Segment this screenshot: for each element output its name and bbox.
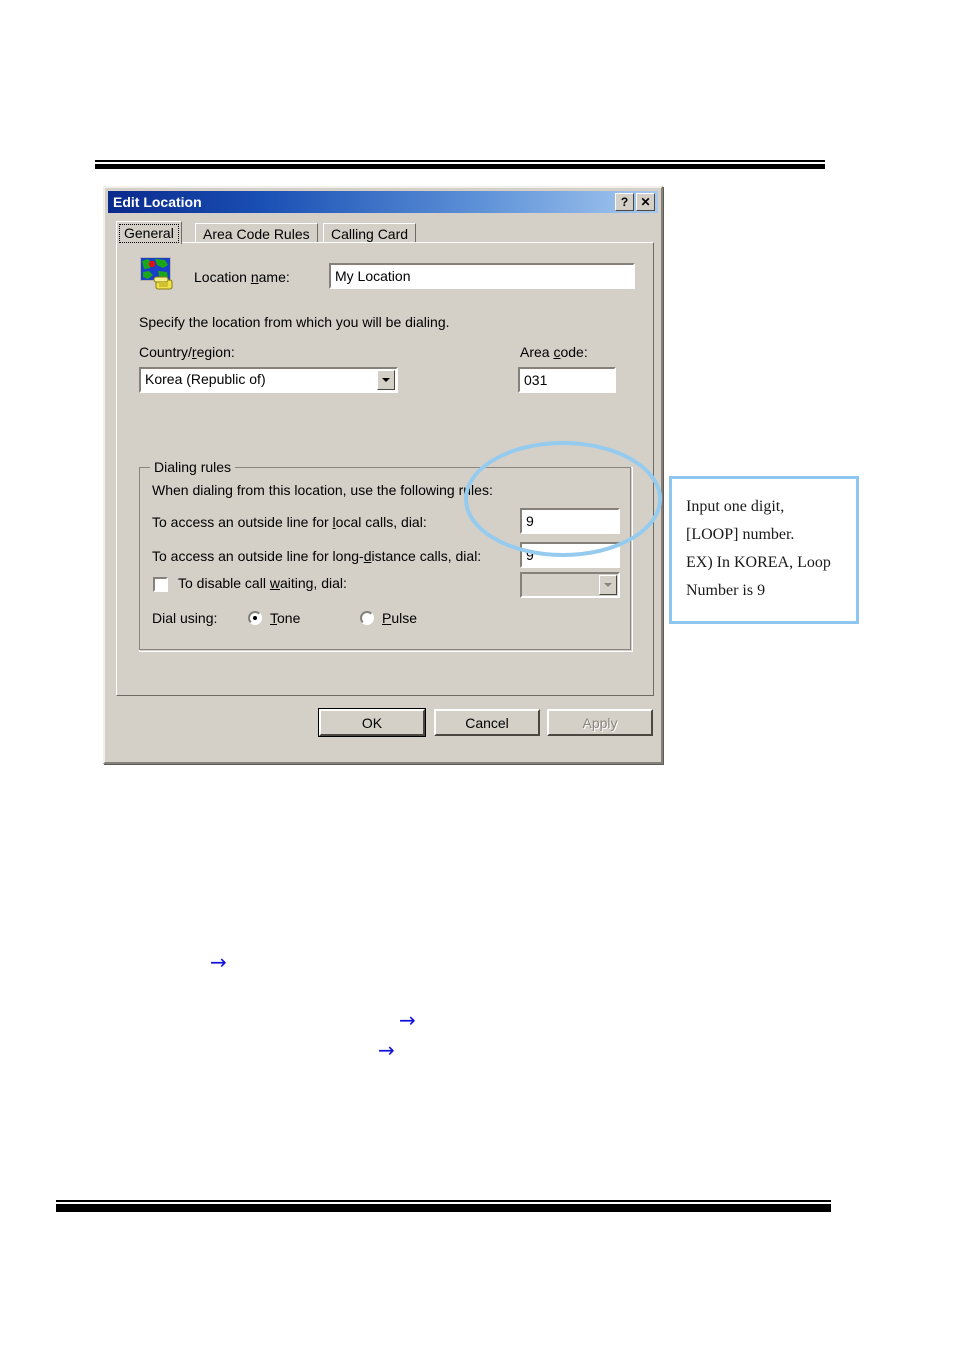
long-distance-calls-label: To access an outside line for long-dista… <box>152 548 482 564</box>
tab-area-code-rules-label: Area Code Rules <box>203 226 310 242</box>
radio-tone[interactable] <box>248 611 262 625</box>
dialog-titlebar[interactable]: Edit Location ? ✕ <box>108 191 658 213</box>
dialing-rules-group-title: Dialing rules <box>150 459 236 475</box>
tab-general[interactable]: General <box>116 221 182 244</box>
tab-general-label: General <box>124 225 174 241</box>
radio-pulse-label: Pulse <box>382 610 418 626</box>
country-region-label: Country/region: <box>139 344 235 360</box>
radio-tone-label: Tone <box>270 610 301 626</box>
tab-calling-card-label: Calling Card <box>331 226 409 242</box>
tab-area-code-rules[interactable]: Area Code Rules <box>195 223 318 243</box>
page-header-rule-thin <box>95 160 825 162</box>
tab-strip: General Area Code Rules Calling Card <box>116 221 654 244</box>
location-name-input[interactable]: My Location <box>329 263 635 289</box>
chevron-down-icon <box>382 378 390 382</box>
disable-call-waiting-checkbox[interactable] <box>153 577 168 592</box>
area-code-label: Area code: <box>520 344 588 360</box>
area-code-input[interactable]: 031 <box>518 367 616 393</box>
ok-button[interactable]: OK <box>319 709 425 736</box>
disable-call-waiting-label: To disable call waiting, dial: <box>178 575 347 591</box>
dialing-rules-group: Dialing rules When dialing from this loc… <box>139 459 633 652</box>
dialog-title: Edit Location <box>113 194 202 210</box>
country-region-dropdown-button[interactable] <box>377 370 395 390</box>
radio-pulse[interactable] <box>360 611 374 625</box>
cancel-button[interactable]: Cancel <box>434 709 540 736</box>
page-footer-rule-thick <box>56 1204 831 1212</box>
titlebar-button-group: ? ✕ <box>615 193 658 211</box>
tab-calling-card[interactable]: Calling Card <box>323 223 417 243</box>
callout-line-3: EX) In KOREA, Loop <box>686 554 831 571</box>
callout-line-1: Input one digit, <box>686 498 785 515</box>
edit-location-dialog: Edit Location ? ✕ General Area Code Rule… <box>103 186 663 764</box>
callout-line-2: [LOOP] number. <box>686 526 795 543</box>
chevron-down-icon <box>604 583 612 587</box>
arrow-right-icon-2: → <box>399 1008 416 1032</box>
local-calls-input[interactable]: 9 <box>520 508 620 534</box>
close-icon[interactable]: ✕ <box>636 193 655 211</box>
page-footer-rule-thin <box>56 1200 831 1202</box>
dialing-rules-intro: When dialing from this location, use the… <box>152 482 493 498</box>
annotation-callout: Input one digit, [LOOP] number. EX) In K… <box>669 476 859 624</box>
country-region-combobox[interactable]: Korea (Republic of) <box>139 367 398 393</box>
dial-using-label: Dial using: <box>152 610 218 626</box>
general-tab-panel: Location name: My Location Specify the l… <box>116 242 654 696</box>
country-region-value: Korea (Republic of) <box>145 371 266 387</box>
help-icon[interactable]: ? <box>615 193 634 211</box>
disable-call-waiting-combobox[interactable] <box>520 572 620 598</box>
page-header-rule-thick <box>95 164 825 169</box>
location-description: Specify the location from which you will… <box>139 314 450 330</box>
long-distance-calls-input[interactable]: 9 <box>520 542 620 568</box>
arrow-right-icon-1: → <box>210 950 227 974</box>
callout-line-4: Number is 9 <box>686 582 766 599</box>
apply-button[interactable]: Apply <box>547 709 653 736</box>
local-calls-label: To access an outside line for local call… <box>152 514 427 530</box>
map-with-telephone-icon <box>140 257 173 290</box>
location-name-label: Location name: <box>194 269 290 285</box>
disable-call-waiting-dropdown-button[interactable] <box>599 575 617 595</box>
arrow-right-icon-3: → <box>378 1038 395 1062</box>
